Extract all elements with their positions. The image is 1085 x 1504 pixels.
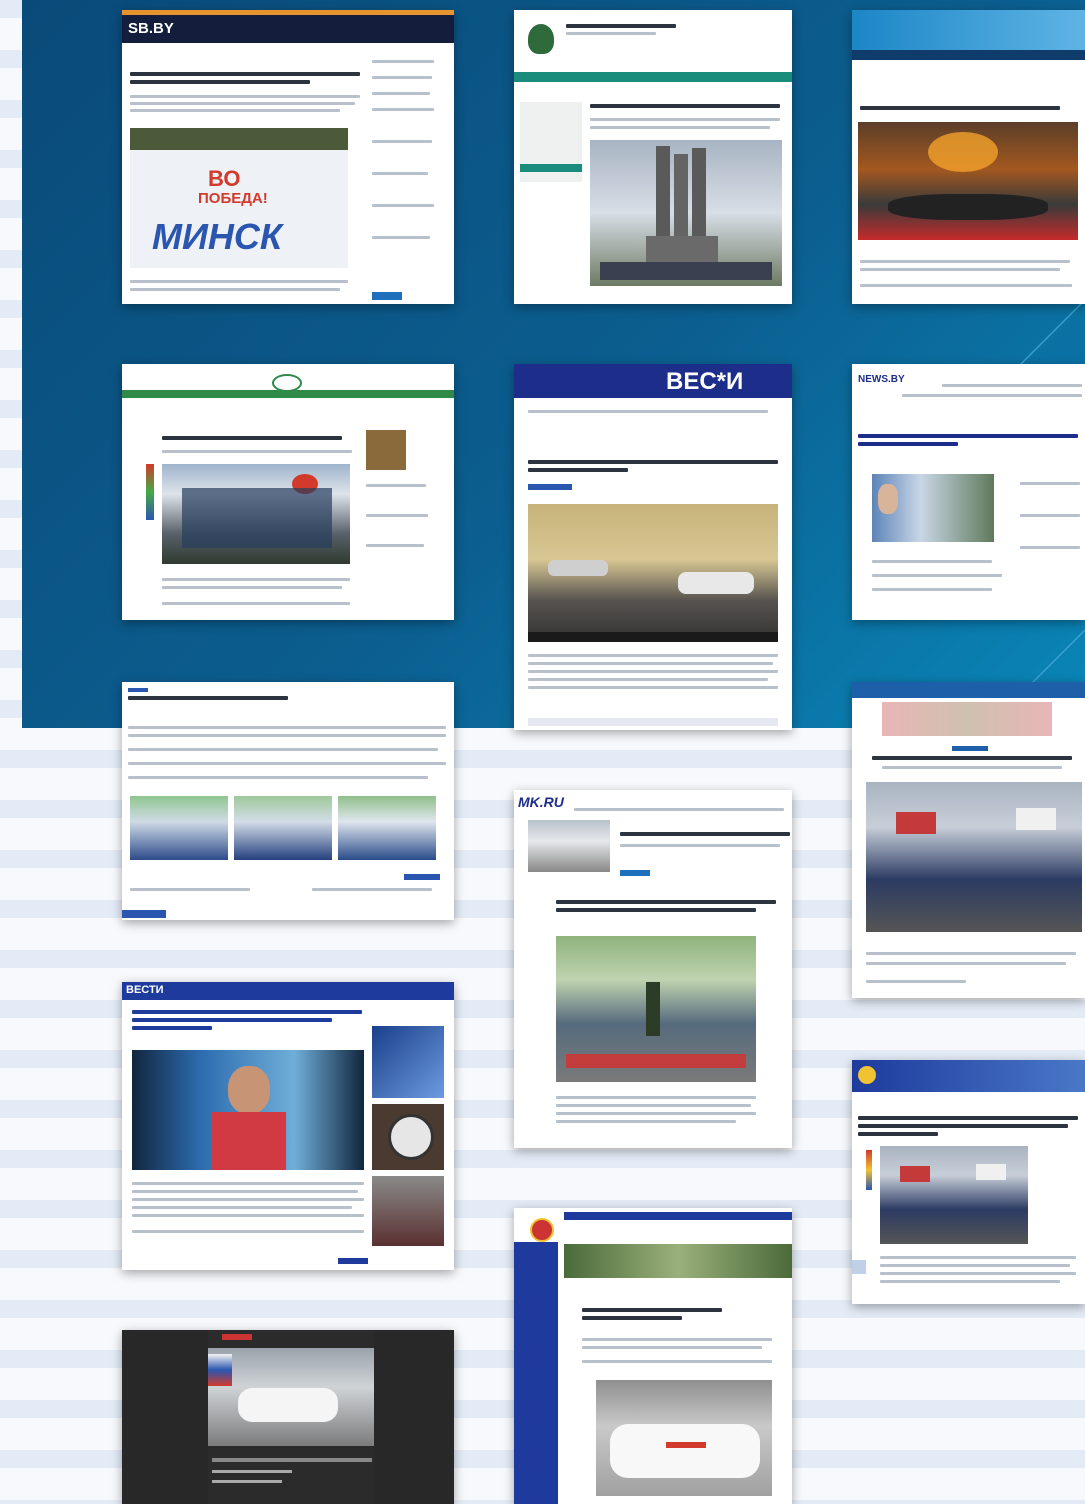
flags-photo — [866, 782, 1082, 932]
screenshot-ministry — [514, 10, 792, 304]
gallery-photo-1 — [130, 796, 228, 860]
screenshot-mk: MK.RU — [514, 790, 792, 1148]
screenshot-flags — [852, 682, 1085, 998]
screenshot-parliament — [852, 1060, 1085, 1304]
minsk-photo: ВО ПОБЕДА! МИНСК — [130, 128, 348, 268]
screenshot-dark-video — [122, 1330, 454, 1504]
site-logo: ВЕС*И — [666, 368, 744, 395]
site-header: ВЕС*И — [514, 364, 792, 398]
white-car-video — [208, 1348, 374, 1446]
side-thumb-2 — [372, 1104, 444, 1170]
side-thumb-1 — [372, 1026, 444, 1098]
emblem-icon — [528, 24, 554, 54]
gallery-photo-3 — [338, 796, 436, 860]
site-logo: MK.RU — [518, 794, 564, 810]
site-header — [852, 10, 1085, 50]
car-parade-video — [528, 504, 778, 642]
flags-photo — [880, 1146, 1028, 1244]
site-logo: SB.BY — [128, 20, 174, 37]
screenshot-vesti-anchor: ВЕСТИ — [122, 982, 454, 1270]
slogan-1: ВО — [208, 166, 241, 191]
gallery-photo-2 — [234, 796, 332, 860]
cyclists-photo — [162, 464, 350, 564]
screenshot-white-car — [514, 1208, 792, 1504]
flame-photo — [858, 122, 1078, 240]
site-header — [852, 1060, 1085, 1092]
monument-photo — [590, 140, 782, 286]
city-text: МИНСК — [152, 216, 283, 257]
screenshot-news-by: NEWS.BY — [852, 364, 1085, 620]
side-thumb-3 — [372, 1176, 444, 1246]
car-photo — [596, 1380, 772, 1496]
anchor-video — [132, 1050, 364, 1170]
screenshot-flame — [852, 10, 1085, 304]
screenshot-vesti: ВЕС*И — [514, 364, 792, 730]
nav-bar — [514, 72, 792, 82]
news-video — [872, 474, 994, 542]
screenshot-sb-by: SB.BY ВО ПОБЕДА! МИНСК — [122, 10, 454, 304]
screenshot-cyclists — [122, 364, 454, 620]
site-header: SB.BY — [122, 15, 454, 43]
site-header: ВЕСТИ — [122, 982, 454, 1000]
ceremony-photo — [556, 936, 756, 1082]
site-logo: ВЕСТИ — [126, 984, 164, 996]
slogan-2: ПОБЕДА! — [198, 190, 268, 207]
banner-figures — [882, 702, 1052, 736]
site-logo: NEWS.BY — [858, 374, 905, 385]
car-ad-photo — [528, 820, 610, 872]
screenshot-gallery — [122, 682, 454, 920]
